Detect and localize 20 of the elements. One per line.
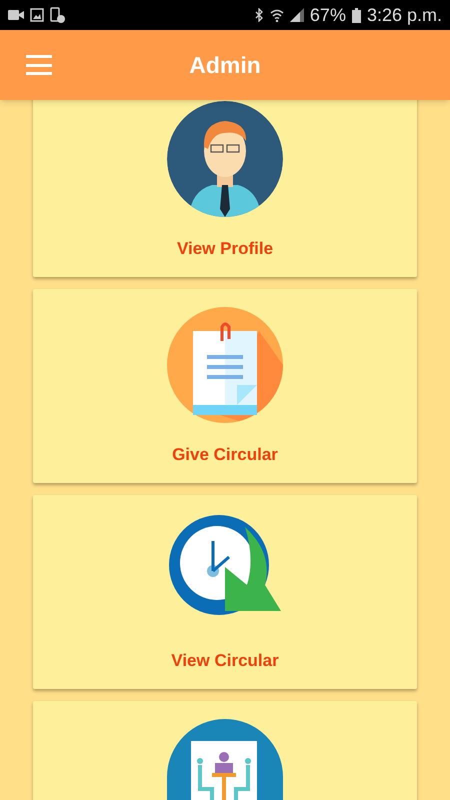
card-label: Give Circular — [172, 444, 278, 466]
menu-card[interactable]: View Profile — [33, 100, 417, 277]
wifi-icon — [270, 8, 284, 22]
meeting-icon — [167, 719, 283, 800]
signal-icon — [290, 8, 304, 22]
battery-percent: 67% — [310, 4, 346, 26]
app-title: Admin — [189, 50, 261, 80]
menu-button[interactable] — [26, 55, 52, 75]
man-avatar-icon — [167, 101, 283, 217]
card-label: View Circular — [171, 650, 279, 672]
phone-clock-icon — [50, 7, 66, 23]
clock-time: 3:26 p.m. — [366, 4, 442, 27]
menu-card[interactable]: Give Circular — [33, 289, 417, 483]
document-icon — [167, 307, 283, 423]
bluetooth-icon — [254, 8, 264, 22]
card-label: View Profile — [176, 238, 274, 260]
menu-card[interactable]: View Circular — [33, 495, 417, 689]
image-icon — [30, 8, 44, 22]
battery-icon — [352, 8, 361, 22]
video-camera-icon — [8, 10, 24, 20]
